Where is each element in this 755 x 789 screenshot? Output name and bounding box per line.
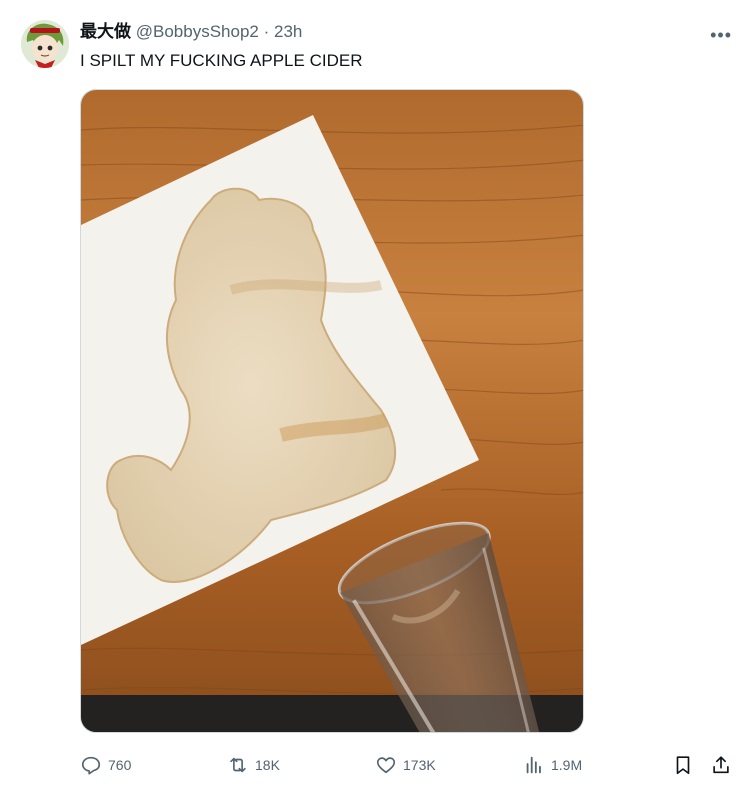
username-handle[interactable]: @BobbysShop2 <box>136 22 259 41</box>
tweet-header: 最大做 @BobbysShop2 · 23h <box>80 21 302 43</box>
spilled-cider-photo <box>81 90 583 732</box>
reply-count: 760 <box>108 757 132 773</box>
more-icon: ••• <box>710 25 732 45</box>
views-count: 1.9M <box>551 757 583 773</box>
bookmark-button[interactable] <box>672 750 694 780</box>
action-bar: 760 18K 173K 1.9M <box>80 750 740 780</box>
like-button[interactable]: 173K <box>375 750 436 780</box>
display-name[interactable]: 最大做 <box>80 22 131 41</box>
more-button[interactable]: ••• <box>708 22 738 45</box>
reply-button[interactable]: 760 <box>80 750 131 780</box>
avatar-image <box>21 20 69 68</box>
retweet-button[interactable]: 18K <box>227 750 280 780</box>
tweet-image[interactable] <box>80 89 584 733</box>
separator: · <box>263 22 270 41</box>
heart-icon <box>376 757 396 774</box>
views-button[interactable]: 1.9M <box>523 750 582 780</box>
retweet-icon <box>230 757 246 773</box>
tweet-card: 最大做 @BobbysShop2 · 23h ••• I SPILT MY FU… <box>0 0 755 789</box>
reply-icon <box>81 756 101 775</box>
avatar[interactable] <box>21 20 69 68</box>
timestamp[interactable]: 23h <box>274 22 302 41</box>
share-icon <box>713 756 729 774</box>
analytics-icon <box>526 756 541 774</box>
retweet-count: 18K <box>255 757 280 773</box>
tweet-text: I SPILT MY FUCKING APPLE CIDER <box>80 51 363 70</box>
bookmark-icon <box>676 756 690 775</box>
share-button[interactable] <box>710 750 732 780</box>
like-count: 173K <box>403 757 436 773</box>
